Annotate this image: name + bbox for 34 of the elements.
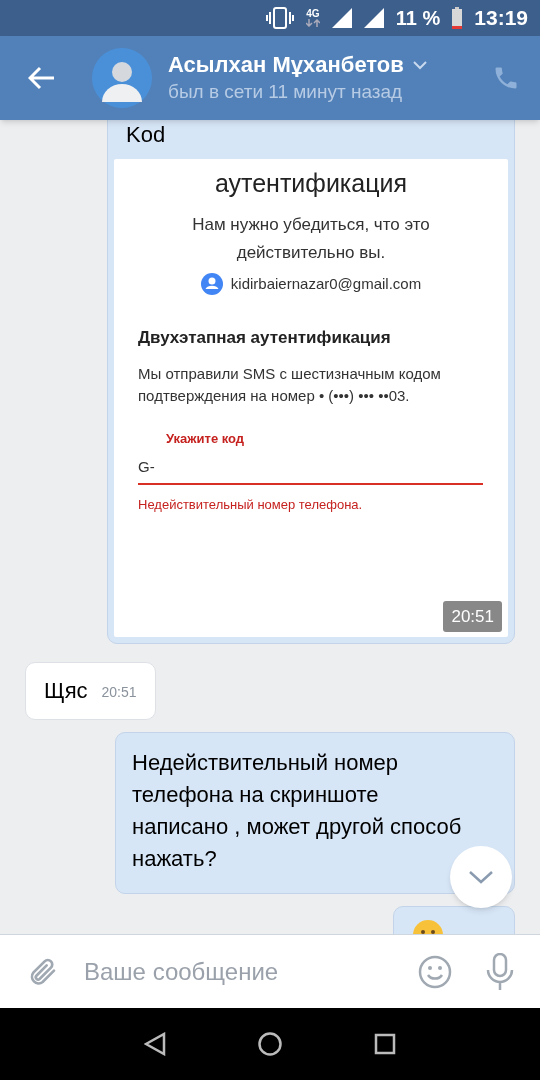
back-icon[interactable] [28, 66, 56, 90]
error-message: Недействительный номер телефона. [138, 495, 364, 514]
account-email: kidirbaiernazar0@gmail.com [230, 273, 422, 294]
message-text: Щяс [44, 677, 88, 705]
back-nav-icon[interactable] [144, 1032, 166, 1056]
message-text: Kod [125, 121, 167, 149]
recents-icon[interactable] [374, 1033, 396, 1055]
clock: 13:19 [474, 5, 528, 32]
network-label: 4G [306, 9, 320, 19]
signal-icon [363, 8, 384, 28]
chevron-down-icon [468, 870, 494, 884]
screenshot-subtitle: Нам нужно убедиться, что это действительно вы. [191, 213, 431, 264]
microphone-icon[interactable] [486, 952, 514, 991]
message-text: Недействительный номер телефона на скриншоте написано , может другой способ нажать? [132, 749, 463, 873]
home-icon[interactable] [258, 1032, 282, 1056]
vibrate-icon [265, 7, 294, 29]
screenshot-title: аутентификация [214, 168, 408, 199]
screenshot-body: Мы отправили SMS с шестизначным кодом подтверждения на номер • (•••) ••• ••03. [138, 363, 442, 406]
last-seen-status: был в сети 11 минут назад [168, 80, 404, 104]
field-label: Укажите код [166, 429, 246, 448]
contact-name[interactable]: Асылхан Мұханбетов [168, 51, 404, 79]
avatar[interactable] [92, 48, 152, 108]
account-icon [200, 272, 223, 295]
data-arrows-icon [305, 19, 320, 27]
battery-percent: 11 % [395, 6, 441, 31]
message-time: 20:51 [443, 600, 502, 632]
message-input[interactable]: Ваше сообщение [84, 949, 408, 994]
message-time: 20:51 [101, 683, 137, 702]
screenshot-heading: Двухэтапная аутентификация [138, 327, 392, 349]
battery-icon [452, 7, 463, 29]
code-field: G- [138, 456, 483, 485]
emoji-icon[interactable] [418, 954, 452, 989]
signal-icon [331, 8, 352, 28]
chevron-down-icon[interactable] [411, 60, 428, 70]
